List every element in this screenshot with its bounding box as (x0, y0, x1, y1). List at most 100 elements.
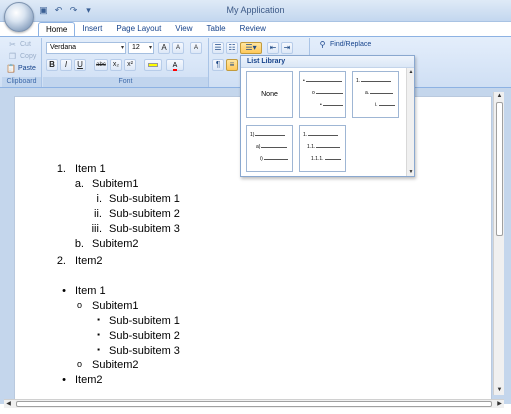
align-left-icon: ≡ (229, 60, 235, 69)
list-marker: o (76, 359, 82, 369)
paste-label: Paste (18, 65, 36, 72)
preview-marker: a) (256, 144, 261, 150)
font-group: Verdana ▾ 12 ▾ A A A B I U abc x₂ x² A F… (43, 38, 209, 87)
list-item[interactable]: 2. Item2 (44, 255, 103, 267)
increase-indent-button[interactable]: ⇥ (281, 42, 293, 54)
preview-dash (322, 104, 343, 106)
tab-page-layout[interactable]: Page Layout (109, 22, 168, 36)
preview-line: a) (256, 144, 288, 150)
preview-marker: 1. (356, 78, 361, 84)
horizontal-scroll-thumb[interactable] (16, 401, 492, 407)
list-marker: 2. (56, 255, 66, 267)
list-marker: ii. (94, 208, 102, 220)
cut-button[interactable]: ✂ Cut (8, 40, 31, 49)
vertical-scroll-thumb[interactable] (496, 102, 503, 236)
horizontal-scrollbar[interactable]: ◀ ▶ (4, 399, 504, 408)
bullets-button[interactable]: ☰ (212, 42, 224, 54)
cut-label: Cut (20, 41, 31, 48)
list-item[interactable]: ii. Sub-subitem 2 (78, 208, 180, 220)
list-item[interactable]: o Subitem1 (60, 300, 139, 312)
list-style-none-label: None (261, 91, 278, 98)
preview-dash (315, 92, 343, 94)
scroll-down-icon[interactable]: ▼ (407, 169, 415, 175)
subscript-button[interactable]: x₂ (110, 59, 122, 71)
preview-dash (308, 134, 339, 136)
list-marker: ▪ (97, 330, 100, 339)
preview-marker: i) (260, 156, 263, 162)
multilevel-list-button[interactable]: ☰▾ (240, 42, 262, 54)
list-style-bullets[interactable]: • o • (299, 71, 346, 118)
copy-icon: ❐ (8, 52, 17, 61)
preview-line: a. (365, 90, 394, 96)
shrink-font-button[interactable]: A (172, 42, 184, 54)
preview-marker: • (320, 102, 322, 108)
list-marker: • (62, 285, 66, 297)
list-style-legal[interactable]: 1. 1.1. 1.1.1. (299, 125, 346, 172)
align-left-button[interactable]: ≡ (226, 59, 238, 71)
preview-line: 1.1.1. (311, 156, 341, 162)
scroll-right-icon[interactable]: ▶ (495, 400, 504, 408)
bold-button[interactable]: B (46, 59, 58, 71)
preview-line: 1) (250, 132, 286, 138)
numbering-button[interactable]: ☷ (226, 42, 238, 54)
scroll-left-icon[interactable]: ◀ (4, 400, 13, 408)
list-item[interactable]: • Item 1 (44, 285, 105, 297)
grow-font-button[interactable]: A (158, 42, 170, 54)
superscript-button[interactable]: x² (124, 59, 136, 71)
list-style-parenthesis[interactable]: 1) a) i) (246, 125, 293, 172)
list-marker: ▪ (97, 345, 100, 354)
scissors-icon: ✂ (9, 40, 16, 49)
list-marker: a. (74, 178, 84, 190)
list-item[interactable]: ▪ Sub-subitem 1 (78, 315, 180, 327)
preview-dash (261, 146, 288, 148)
preview-marker: 1. (303, 132, 308, 138)
tab-review[interactable]: Review (233, 22, 273, 36)
underline-button[interactable]: U (74, 59, 86, 71)
list-library-scrollbar[interactable]: ▲ ▼ (406, 68, 414, 176)
list-item[interactable]: a. Subitem1 (62, 178, 139, 190)
list-item[interactable]: iii. Sub-subitem 3 (78, 223, 180, 235)
application-menu-button[interactable] (4, 2, 34, 32)
find-replace-button[interactable]: ⚲ Find/Replace (318, 40, 372, 49)
tab-view[interactable]: View (168, 22, 199, 36)
list-item[interactable]: i. Sub-subitem 1 (78, 193, 180, 205)
font-size-select[interactable]: 12 ▾ (128, 42, 154, 54)
vertical-scrollbar[interactable]: ▲ ▼ (493, 92, 504, 395)
scroll-down-icon[interactable]: ▼ (494, 386, 505, 395)
list-style-none[interactable]: None (246, 71, 293, 118)
highlight-button[interactable] (144, 59, 162, 71)
tab-insert[interactable]: Insert (75, 22, 109, 36)
list-item[interactable]: b. Subitem2 (62, 238, 139, 250)
font-group-label: Font (43, 77, 208, 87)
paste-button[interactable]: 📋 Paste (6, 64, 36, 73)
list-item[interactable]: • Item2 (44, 374, 102, 386)
list-item[interactable]: ▪ Sub-subitem 2 (78, 330, 180, 342)
font-family-select[interactable]: Verdana ▾ (46, 42, 126, 54)
strikethrough-button[interactable]: abc (94, 59, 108, 71)
multilevel-list-icon: ☰▾ (245, 43, 257, 52)
scroll-up-icon[interactable]: ▲ (407, 69, 415, 75)
list-item-text: Sub-subitem 3 (109, 345, 180, 357)
list-style-numbered[interactable]: 1. a. i. (352, 71, 399, 118)
scroll-up-icon[interactable]: ▲ (494, 92, 505, 101)
tab-home[interactable]: Home (38, 22, 76, 36)
copy-button[interactable]: ❐ Copy (8, 52, 36, 61)
list-item[interactable]: o Subitem2 (60, 359, 139, 371)
preview-line: 1.1. (307, 144, 341, 150)
clipboard-group: ✂ Cut ❐ Copy 📋 Paste Clipboard (2, 38, 42, 87)
decrease-indent-button[interactable]: ⇤ (267, 42, 279, 54)
italic-button[interactable]: I (60, 59, 72, 71)
clear-formatting-button[interactable]: A (190, 42, 202, 54)
list-item[interactable]: ▪ Sub-subitem 3 (78, 345, 180, 357)
chevron-down-icon: ▾ (148, 45, 152, 51)
tab-table[interactable]: Table (200, 22, 233, 36)
show-marks-button[interactable]: ¶ (212, 59, 224, 71)
list-library-title: List Library (241, 56, 414, 68)
preview-dash (316, 146, 341, 148)
list-item-text: Subitem1 (92, 300, 139, 312)
bullet-list-icon: ☰ (214, 43, 222, 52)
ribbon-tabs: Home Insert Page Layout View Table Revie… (38, 22, 273, 36)
font-color-button[interactable]: A (166, 59, 184, 71)
list-item[interactable]: 1. Item 1 (44, 163, 106, 175)
numbered-list-icon: ☷ (228, 43, 236, 52)
